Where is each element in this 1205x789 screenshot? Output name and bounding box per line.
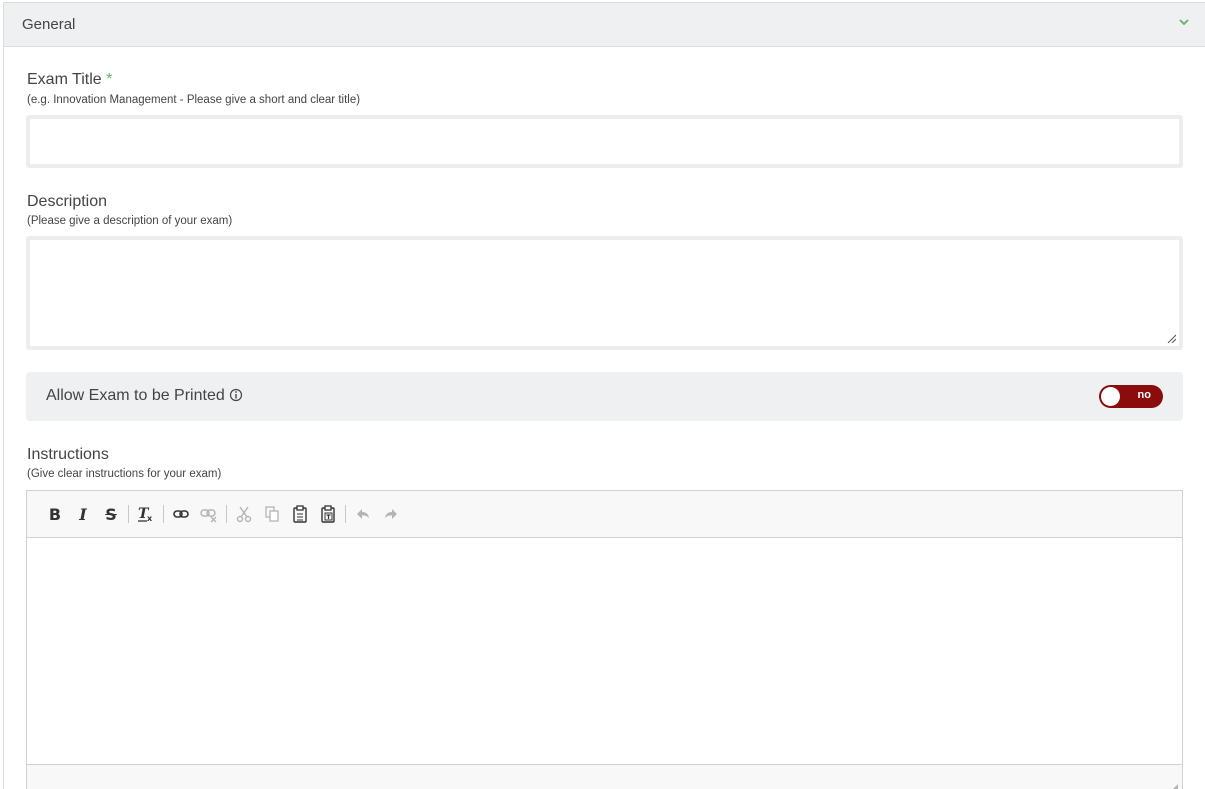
editor-content-area[interactable] — [27, 538, 1182, 764]
undo-icon — [357, 509, 369, 519]
instructions-label: Instructions — [27, 446, 109, 463]
chevron-down-icon[interactable] — [1177, 15, 1191, 29]
remove-format-button[interactable]: T x — [132, 500, 160, 528]
strikethrough-button[interactable]: S — [97, 500, 125, 528]
exam-title-label: Exam Title * — [27, 71, 112, 89]
toggle-state-text: no — [1137, 389, 1151, 401]
toolbar-separator — [128, 505, 129, 523]
instructions-hint: (Give clear instructions for your exam) — [27, 468, 222, 480]
unlink-icon — [200, 509, 217, 523]
copy-icon — [265, 506, 279, 522]
editor-footer — [27, 764, 1182, 789]
allow-print-row: Allow Exam to be Printed no — [26, 372, 1183, 421]
description-label: Description — [27, 193, 108, 210]
paste-icon — [293, 505, 307, 523]
redo-button[interactable] — [377, 500, 405, 528]
description-textarea[interactable] — [26, 236, 1183, 350]
paste-text-icon — [321, 505, 335, 523]
exam-title-input[interactable] — [26, 115, 1183, 168]
italic-button[interactable]: I — [69, 500, 97, 528]
paste-button[interactable] — [286, 500, 314, 528]
instructions-editor: B I S T x — [26, 490, 1183, 789]
allow-print-label: Allow Exam to be Printed — [46, 387, 243, 405]
undo-button[interactable] — [349, 500, 377, 528]
resize-grip-icon[interactable] — [1166, 333, 1176, 343]
general-panel: General Exam Title * (e.g. Innovation Ma… — [3, 2, 1205, 789]
bold-button[interactable]: B — [41, 500, 69, 528]
resize-grip-icon[interactable] — [1168, 784, 1178, 789]
exam-title-label-text: Exam Title — [27, 71, 102, 88]
copy-button[interactable] — [258, 500, 286, 528]
allow-print-toggle[interactable]: no — [1099, 385, 1163, 408]
link-button[interactable] — [167, 500, 195, 528]
editor-toolbar: B I S T x — [27, 491, 1182, 538]
cut-icon — [236, 506, 252, 523]
toggle-knob — [1101, 387, 1120, 406]
info-icon[interactable] — [229, 388, 243, 402]
toolbar-separator — [345, 505, 346, 523]
remove-format-icon: T x — [138, 506, 153, 523]
toolbar-separator — [226, 505, 227, 523]
exam-title-hint: (e.g. Innovation Management - Please giv… — [27, 94, 361, 106]
allow-print-label-text: Allow Exam to be Printed — [46, 387, 225, 404]
svg-text:x: x — [147, 514, 153, 523]
cut-button[interactable] — [230, 500, 258, 528]
panel-title: General — [22, 16, 76, 33]
redo-icon — [385, 509, 397, 519]
toolbar-separator — [163, 505, 164, 523]
paste-text-button[interactable] — [314, 500, 342, 528]
link-icon — [173, 510, 189, 518]
unlink-button[interactable] — [195, 500, 223, 528]
required-mark: * — [106, 71, 113, 88]
panel-header[interactable]: General — [4, 3, 1205, 47]
description-hint: (Please give a description of your exam) — [27, 215, 233, 227]
